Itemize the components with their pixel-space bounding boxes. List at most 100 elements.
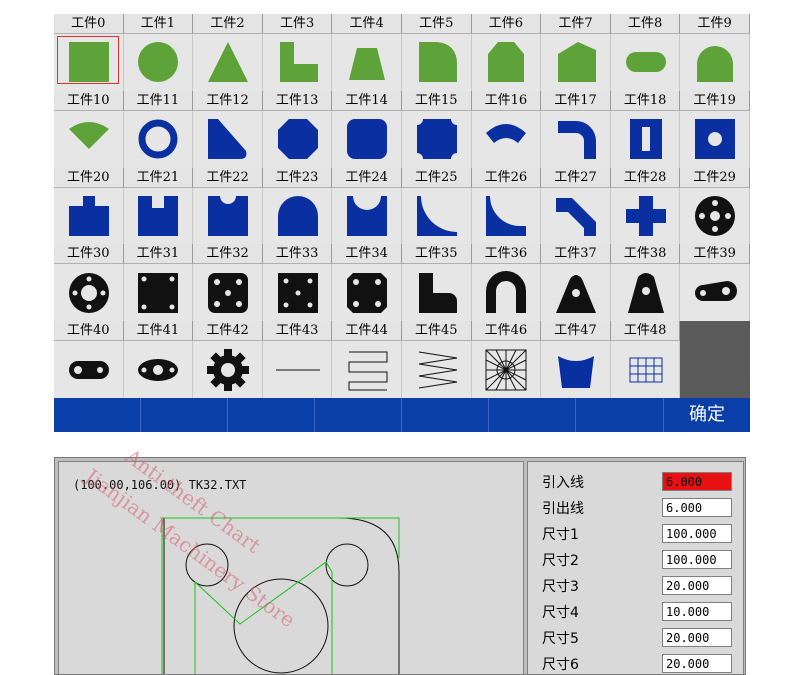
workpiece-thumbnail[interactable] — [54, 187, 124, 245]
param-input[interactable] — [662, 472, 732, 491]
workpiece-thumbnail[interactable] — [680, 34, 750, 91]
workpiece-item[interactable]: 工件36 — [471, 244, 542, 322]
workpiece-thumbnail[interactable] — [610, 110, 681, 168]
workpiece-thumbnail[interactable] — [332, 187, 402, 245]
workpiece-thumbnail[interactable] — [123, 264, 194, 322]
workpiece-item[interactable]: 工件12 — [193, 90, 263, 168]
workpiece-thumbnail[interactable] — [123, 341, 194, 398]
workpiece-thumbnail[interactable] — [541, 187, 611, 245]
workpiece-item[interactable]: 工件37 — [541, 244, 611, 322]
workpiece-item[interactable]: 工件24 — [332, 167, 402, 245]
param-input[interactable] — [662, 654, 732, 673]
workpiece-thumbnail[interactable] — [54, 34, 124, 91]
shape-preview[interactable]: (100.00,106.00) TK32.TXT — [58, 461, 524, 674]
workpiece-item[interactable]: 工件0 — [54, 14, 124, 91]
workpiece-thumbnail[interactable] — [680, 264, 750, 322]
workpiece-item[interactable]: 工件28 — [610, 167, 681, 245]
workpiece-thumbnail[interactable] — [610, 341, 681, 398]
param-input[interactable] — [662, 498, 732, 517]
workpiece-thumbnail[interactable] — [193, 341, 263, 398]
workpiece-item[interactable]: 工件42 — [193, 321, 263, 398]
workpiece-thumbnail[interactable] — [610, 264, 681, 322]
workpiece-item[interactable]: 工件33 — [262, 244, 333, 322]
workpiece-thumbnail[interactable] — [680, 110, 750, 168]
workpiece-item[interactable]: 工件43 — [262, 321, 333, 398]
workpiece-item[interactable]: 工件23 — [262, 167, 333, 245]
workpiece-item[interactable]: 工件39 — [680, 244, 750, 322]
workpiece-item[interactable]: 工件38 — [610, 244, 681, 322]
workpiece-item[interactable]: 工件4 — [332, 14, 402, 91]
workpiece-item[interactable]: 工件19 — [680, 90, 750, 168]
workpiece-item[interactable]: 工件31 — [123, 244, 194, 322]
workpiece-thumbnail[interactable] — [332, 341, 402, 398]
workpiece-thumbnail[interactable] — [123, 110, 194, 168]
param-input[interactable] — [662, 628, 732, 647]
workpiece-thumbnail[interactable] — [262, 34, 333, 91]
workpiece-thumbnail[interactable] — [541, 264, 611, 322]
workpiece-thumbnail[interactable] — [402, 187, 472, 245]
workpiece-thumbnail[interactable] — [471, 110, 542, 168]
workpiece-thumbnail[interactable] — [402, 110, 472, 168]
workpiece-thumbnail[interactable] — [541, 34, 611, 91]
workpiece-thumbnail[interactable] — [471, 341, 542, 398]
workpiece-thumbnail[interactable] — [54, 264, 124, 322]
workpiece-thumbnail[interactable] — [471, 34, 542, 91]
workpiece-thumbnail[interactable] — [54, 110, 124, 168]
workpiece-item[interactable]: 工件10 — [54, 90, 124, 168]
workpiece-thumbnail[interactable] — [193, 34, 263, 91]
workpiece-item[interactable]: 工件7 — [541, 14, 611, 91]
workpiece-thumbnail[interactable] — [54, 341, 124, 398]
workpiece-thumbnail[interactable] — [332, 34, 402, 91]
workpiece-item[interactable]: 工件16 — [471, 90, 542, 168]
workpiece-thumbnail[interactable] — [610, 34, 681, 91]
param-input[interactable] — [662, 550, 732, 569]
workpiece-item[interactable]: 工件20 — [54, 167, 124, 245]
ok-button[interactable]: 确定 — [663, 398, 750, 432]
workpiece-thumbnail[interactable] — [541, 341, 611, 398]
workpiece-thumbnail[interactable] — [610, 187, 681, 245]
workpiece-item[interactable]: 工件25 — [402, 167, 472, 245]
workpiece-item[interactable]: 工件2 — [193, 14, 263, 91]
workpiece-thumbnail[interactable] — [680, 187, 750, 245]
workpiece-item[interactable]: 工件1 — [123, 14, 194, 91]
param-input[interactable] — [662, 576, 732, 595]
workpiece-item[interactable]: 工件45 — [402, 321, 472, 398]
workpiece-thumbnail[interactable] — [262, 110, 333, 168]
workpiece-item[interactable]: 工件26 — [471, 167, 542, 245]
param-input[interactable] — [662, 602, 732, 621]
workpiece-item[interactable]: 工件47 — [541, 321, 611, 398]
workpiece-item[interactable]: 工件46 — [471, 321, 542, 398]
workpiece-item[interactable]: 工件29 — [680, 167, 750, 245]
workpiece-item[interactable]: 工件34 — [332, 244, 402, 322]
workpiece-thumbnail[interactable] — [402, 34, 472, 91]
workpiece-thumbnail[interactable] — [123, 187, 194, 245]
workpiece-thumbnail[interactable] — [123, 34, 194, 91]
workpiece-thumbnail[interactable] — [471, 264, 542, 322]
workpiece-item[interactable]: 工件17 — [541, 90, 611, 168]
workpiece-item[interactable]: 工件5 — [402, 14, 472, 91]
workpiece-item[interactable]: 工件40 — [54, 321, 124, 398]
workpiece-item[interactable]: 工件8 — [610, 14, 681, 91]
workpiece-item[interactable]: 工件9 — [680, 14, 750, 91]
workpiece-item[interactable]: 工件13 — [262, 90, 333, 168]
workpiece-item[interactable]: 工件22 — [193, 167, 263, 245]
workpiece-thumbnail[interactable] — [471, 187, 542, 245]
workpiece-item[interactable]: 工件32 — [193, 244, 263, 322]
workpiece-item[interactable]: 工件35 — [402, 244, 472, 322]
workpiece-item[interactable]: 工件3 — [262, 14, 333, 91]
workpiece-thumbnail[interactable] — [402, 341, 472, 398]
workpiece-item[interactable]: 工件15 — [402, 90, 472, 168]
workpiece-item[interactable]: 工件44 — [332, 321, 402, 398]
workpiece-thumbnail[interactable] — [193, 110, 263, 168]
workpiece-thumbnail[interactable] — [262, 264, 333, 322]
workpiece-item[interactable]: 工件18 — [610, 90, 681, 168]
workpiece-item[interactable]: 工件41 — [123, 321, 194, 398]
workpiece-item[interactable]: 工件14 — [332, 90, 402, 168]
workpiece-item[interactable]: 工件48 — [610, 321, 681, 398]
workpiece-item[interactable]: 工件27 — [541, 167, 611, 245]
workpiece-thumbnail[interactable] — [332, 110, 402, 168]
workpiece-thumbnail[interactable] — [193, 187, 263, 245]
param-input[interactable] — [662, 524, 732, 543]
workpiece-item[interactable]: 工件21 — [123, 167, 194, 245]
workpiece-thumbnail[interactable] — [262, 341, 333, 398]
